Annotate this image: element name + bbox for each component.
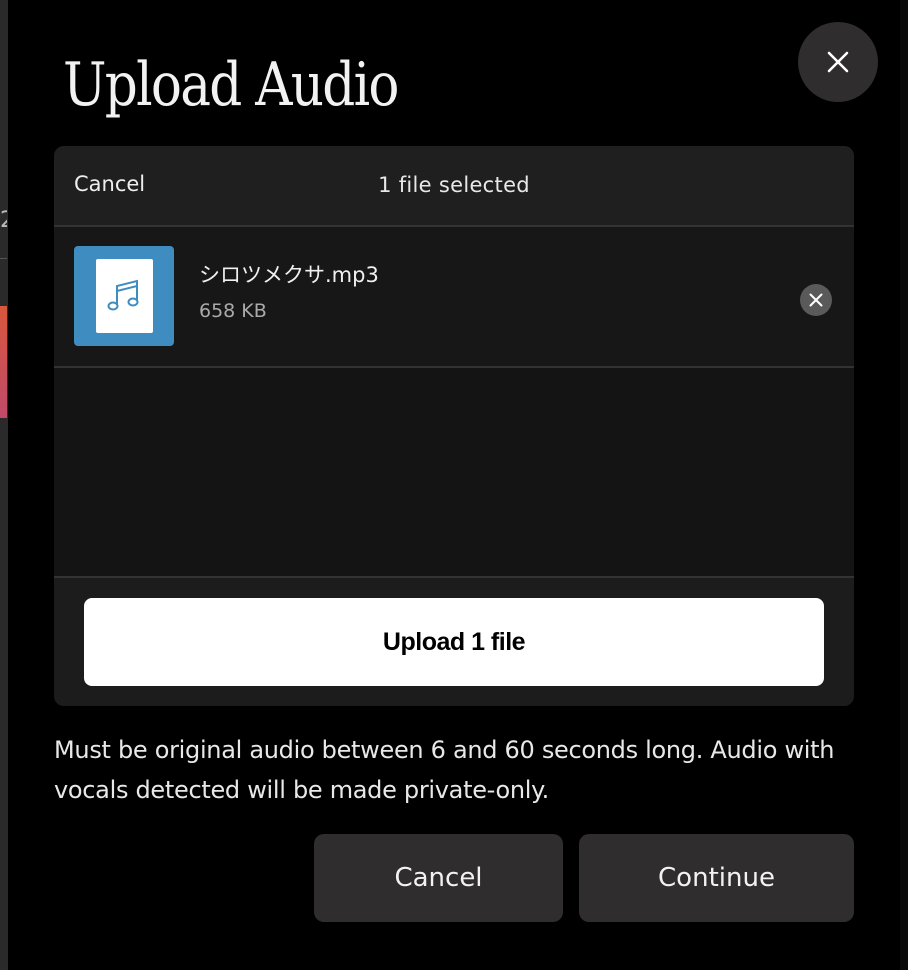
dialog-title: Upload Audio: [63, 50, 399, 120]
remove-file-button[interactable]: [800, 284, 832, 316]
uploader-cancel-button[interactable]: Cancel: [74, 172, 145, 196]
selection-status: 1 file selected: [378, 173, 530, 197]
file-item: シロツメクサ.mp3 658 KB: [54, 227, 854, 368]
upload-audio-dialog: Upload Audio 1 file selected Cancel シロツメ…: [8, 0, 900, 970]
file-name: シロツメクサ.mp3: [199, 263, 379, 287]
cancel-button[interactable]: Cancel: [314, 834, 563, 922]
background-artwork: [0, 306, 7, 418]
upload-button[interactable]: Upload 1 file: [84, 598, 824, 686]
file-uploader: 1 file selected Cancel シロツメクサ.mp3 658 KB…: [54, 146, 854, 706]
file-size: 658 KB: [199, 300, 267, 322]
upload-requirements-note: Must be original audio between 6 and 60 …: [54, 736, 835, 804]
background-sidebar: [0, 0, 8, 970]
background-divider: [0, 258, 7, 259]
file-document: [95, 259, 153, 333]
close-icon: [827, 51, 849, 73]
uploader-footer: Upload 1 file: [54, 576, 854, 706]
file-list: シロツメクサ.mp3 658 KB: [54, 227, 854, 576]
music-note-icon: [107, 279, 139, 311]
file-thumbnail: [74, 246, 174, 346]
uploader-header: 1 file selected Cancel: [54, 146, 854, 227]
background-text: 2: [0, 208, 7, 234]
continue-button[interactable]: Continue: [579, 834, 854, 922]
close-button[interactable]: [798, 22, 878, 102]
remove-icon: [809, 293, 823, 307]
